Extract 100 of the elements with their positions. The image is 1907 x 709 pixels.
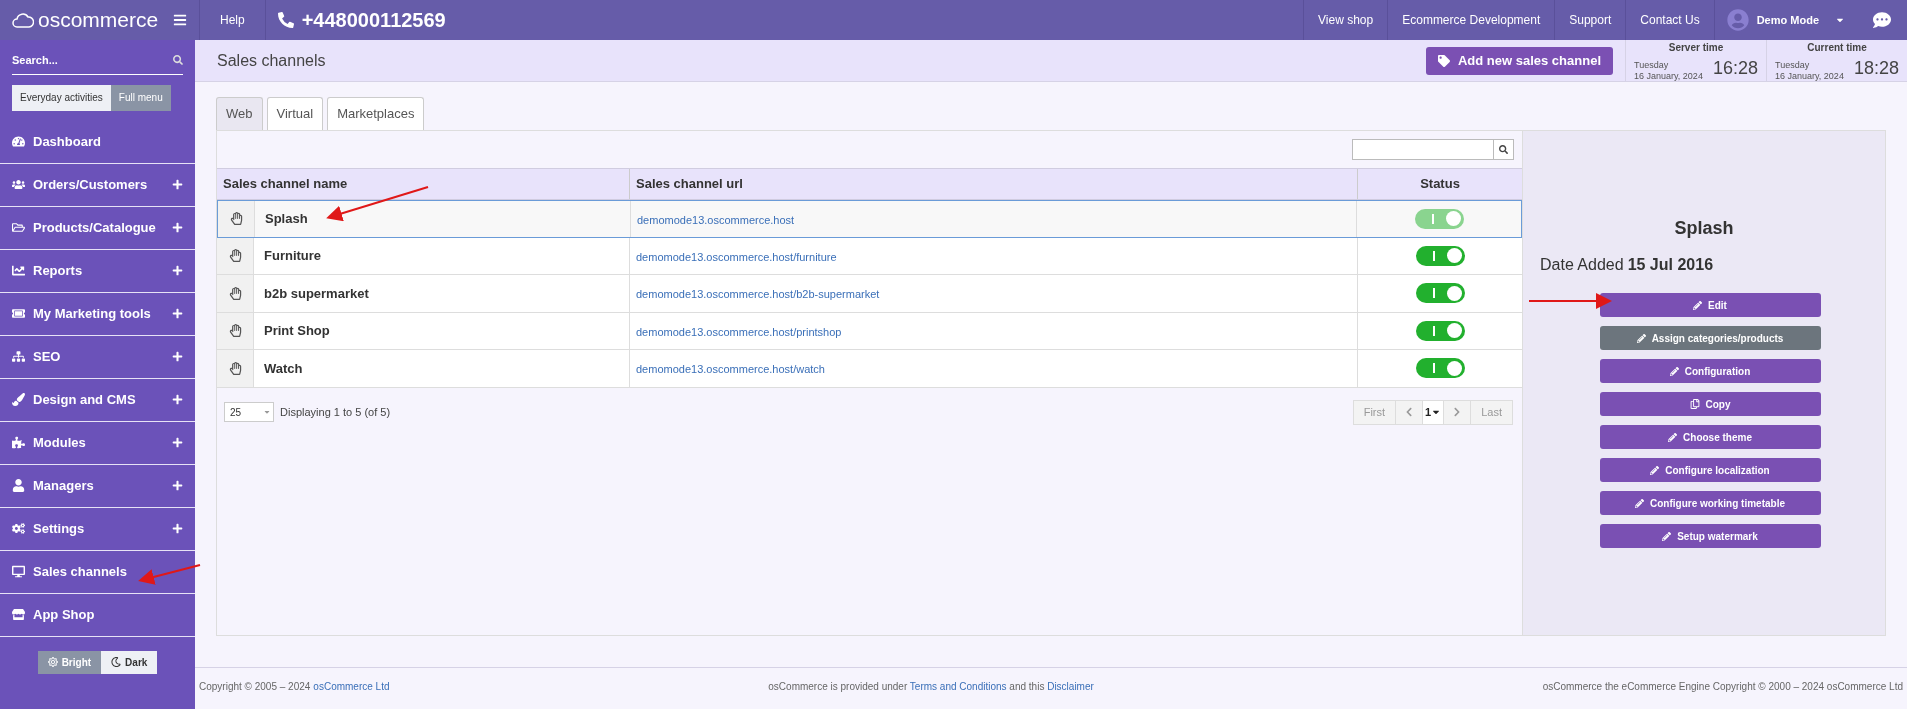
drag-handle-icon[interactable] (229, 212, 243, 226)
action-button[interactable]: Setup watermark (1599, 524, 1821, 548)
user-menu[interactable]: Demo Mode (1756, 11, 1819, 29)
tab[interactable]: Virtual (266, 97, 324, 130)
menu-mode-button[interactable]: Everyday activities (12, 84, 111, 111)
column-header: Status (1419, 175, 1461, 194)
cloud-logo-icon (12, 10, 34, 30)
sidebar-item[interactable]: Reports (0, 249, 195, 293)
annotation-arrow (138, 564, 201, 585)
table-row[interactable]: Furniture demomode13.oscommerce.host/furniture (217, 237, 1522, 275)
plus-icon[interactable] (172, 523, 183, 534)
menu-mode-button[interactable]: Full menu (110, 84, 171, 111)
table-row[interactable]: Watch demomode13.oscommerce.host/watch (217, 350, 1522, 388)
clock-date: 16 January, 2024 (1775, 71, 1844, 82)
table-row[interactable]: Print Shop demomode13.oscommerce.host/printshop (217, 312, 1522, 350)
plus-icon[interactable] (172, 351, 183, 362)
sidebar-item[interactable]: SEO (0, 335, 195, 379)
puzzle-icon (12, 436, 25, 449)
plus-icon[interactable] (172, 222, 183, 233)
status-toggle[interactable] (1415, 358, 1465, 379)
clock-day: Tuesday (1775, 60, 1844, 71)
channel-name: Watch (264, 359, 303, 378)
page-select[interactable]: 1 (1422, 399, 1445, 425)
table-search-field[interactable] (1352, 139, 1514, 160)
channel-url-link[interactable]: demomode13.oscommerce.host/b2b-supermarket (636, 288, 880, 300)
table-row[interactable]: Splash demomode13.oscommerce.host (217, 200, 1522, 238)
drag-handle-icon[interactable] (228, 249, 242, 263)
status-toggle[interactable] (1415, 320, 1465, 341)
status-toggle[interactable] (1415, 283, 1465, 304)
channel-name: Print Shop (264, 322, 330, 340)
table-row[interactable]: b2b supermarket demomode13.oscommerce.host/b2b-supermarket (217, 275, 1522, 313)
sidebar-item[interactable]: Products/Catalogue (0, 206, 195, 250)
company-link[interactable]: osCommerce Ltd (313, 679, 390, 694)
action-button[interactable]: Copy (1599, 392, 1821, 416)
sidebar-item[interactable]: Managers (0, 464, 195, 508)
action-button[interactable]: Choose theme (1599, 425, 1821, 449)
pencil-icon (1662, 531, 1672, 541)
sidebar-label: Sales channels (33, 562, 127, 581)
plus-icon[interactable] (172, 437, 183, 448)
action-button[interactable]: Configuration (1599, 359, 1821, 383)
sidebar-label: Managers (33, 476, 94, 495)
status-toggle[interactable] (1415, 245, 1465, 266)
status-toggle[interactable] (1414, 208, 1464, 229)
sidebar-item[interactable]: Sales channels (0, 550, 195, 594)
footer-link[interactable]: Disclaimer (1047, 681, 1094, 692)
search-icon[interactable] (1499, 145, 1508, 154)
sidebar-item[interactable]: Settings (0, 507, 195, 551)
copy-icon (1689, 399, 1700, 409)
sidebar-label: SEO (33, 347, 61, 366)
sidebar-label: App Shop (33, 605, 95, 624)
search-field[interactable]: Search... (12, 52, 183, 75)
sidebar-item[interactable]: Orders/Customers (0, 163, 195, 207)
drag-handle-icon[interactable] (228, 324, 242, 338)
add-channel-button[interactable]: Add new sales channel (1425, 46, 1613, 75)
theme-button[interactable]: Bright (37, 650, 102, 674)
theme-button[interactable]: Dark (101, 650, 158, 674)
users-icon (12, 178, 25, 191)
footer-link[interactable]: Terms and Conditions (909, 681, 1007, 692)
chart-icon (12, 264, 25, 277)
logo-text: oscommerce (38, 7, 159, 34)
sidebar-label: My Marketing tools (33, 304, 151, 323)
phone-icon (277, 12, 294, 28)
action-button[interactable]: Configure working timetable (1599, 491, 1821, 515)
action-button[interactable]: Edit (1599, 293, 1821, 317)
clock-day: Tuesday (1634, 60, 1703, 71)
channel-url-link[interactable]: demomode13.oscommerce.host (637, 214, 795, 226)
pencil-icon (1635, 498, 1644, 508)
user-icon (12, 479, 25, 492)
channel-url-link[interactable]: demomode13.oscommerce.host/furniture (636, 250, 837, 263)
plus-icon[interactable] (172, 265, 183, 276)
plus-icon[interactable] (172, 179, 183, 190)
channel-url-link[interactable]: demomode13.oscommerce.host/watch (636, 363, 825, 375)
gauge-icon (12, 135, 25, 148)
sidebar-item[interactable]: Design and CMS (0, 378, 195, 422)
tab[interactable]: Web (216, 97, 263, 130)
chat-icon[interactable] (1873, 11, 1891, 29)
action-button[interactable]: Configure localization (1599, 458, 1821, 482)
channel-url-link[interactable]: demomode13.oscommerce.host/printshop (636, 325, 842, 338)
sun-icon (47, 657, 58, 667)
per-page-select[interactable]: 25 (224, 402, 274, 422)
tag-icon (1437, 54, 1450, 67)
menu-icon[interactable] (173, 13, 187, 27)
sidebar-item[interactable]: Dashboard (0, 120, 195, 164)
sidebar-item[interactable]: My Marketing tools (0, 292, 195, 336)
sidebar-label: Design and CMS (33, 390, 136, 409)
plus-icon[interactable] (172, 394, 183, 405)
search-icon[interactable] (173, 55, 183, 66)
license-text: osCommerce is provided under Terms and Conditions and this Disclaimer (768, 680, 1094, 694)
plus-icon[interactable] (172, 480, 183, 491)
tab[interactable]: Marketplaces (327, 97, 425, 130)
search-input[interactable]: Search... (12, 52, 173, 69)
plus-icon[interactable] (172, 308, 183, 319)
sidebar-label: Settings (33, 519, 85, 538)
drag-handle-icon[interactable] (228, 286, 242, 300)
gears-icon (12, 522, 25, 535)
sidebar-item[interactable]: App Shop (0, 593, 195, 637)
sidebar-label: Orders/Customers (33, 175, 148, 194)
sidebar-item[interactable]: Modules (0, 421, 195, 465)
date-added-value: 15 Jul 2016 (1627, 255, 1714, 275)
drag-handle-icon[interactable] (228, 361, 242, 375)
